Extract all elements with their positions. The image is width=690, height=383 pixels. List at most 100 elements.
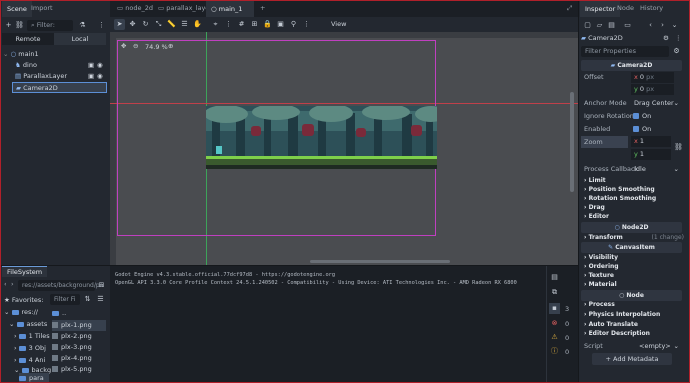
snap-icon[interactable]: ⋮ xyxy=(223,19,234,30)
tab-node-2d[interactable]: ▭ node_2d xyxy=(112,0,158,17)
rotate-tool-icon[interactable]: ↻ xyxy=(140,19,151,30)
sort-icon[interactable]: ⇅ xyxy=(82,294,93,305)
section-physics-interpolation[interactable]: › Physics Interpolation xyxy=(584,310,660,320)
info-filter-icon[interactable]: ⓘ xyxy=(549,346,560,357)
visibility-icon[interactable]: ◉ xyxy=(97,71,103,82)
script-field[interactable]: <empty> ⌄ xyxy=(631,340,681,352)
split-view-icon[interactable]: ⊟ xyxy=(96,280,107,291)
tab-remote[interactable]: Remote xyxy=(2,33,54,45)
tree-tiles[interactable]: › 1 Tiles xyxy=(14,331,50,342)
tree-node-camera2d[interactable]: ▰ Camera2D xyxy=(12,82,107,93)
tree-node-main1[interactable]: ⌄ ○ main1 xyxy=(3,49,39,60)
save-icon[interactable]: ▤ xyxy=(606,20,617,31)
anchor-mode-select[interactable]: Drag Center ⌄ xyxy=(631,97,681,109)
tab-local[interactable]: Local xyxy=(54,33,106,45)
list-view-icon[interactable]: ☰ xyxy=(95,294,106,305)
offset-x-field[interactable]: x 0 px xyxy=(631,72,674,83)
file-plx-1[interactable]: plx-1.png xyxy=(52,320,106,331)
path-field[interactable]: res://assets/background/pa xyxy=(18,280,103,291)
file-plx-5[interactable]: plx-5.png xyxy=(52,364,92,375)
smart-snap-icon[interactable]: # xyxy=(236,19,247,30)
section-editor-description[interactable]: › Editor Description xyxy=(584,329,650,339)
process-callback-select[interactable]: Idle ⌄ xyxy=(631,163,681,175)
viewport[interactable]: ✥ ⊖ 74.9 % ⊕ xyxy=(110,32,578,265)
offset-y-field[interactable]: y 0 px xyxy=(631,84,674,95)
move-tool-icon[interactable]: ✥ xyxy=(127,19,138,30)
forward-icon[interactable]: › xyxy=(11,280,14,288)
file-parent[interactable]: .. xyxy=(52,308,66,319)
file-plx-3[interactable]: plx-3.png xyxy=(52,342,92,353)
new-tab-button[interactable]: + xyxy=(255,0,270,17)
add-node-icon[interactable]: + xyxy=(3,20,14,31)
clear-output-icon[interactable]: ▤ xyxy=(549,272,560,283)
error-filter-icon[interactable]: ⊗ xyxy=(549,318,560,329)
file-plx-2[interactable]: plx-2.png xyxy=(52,331,92,342)
section-editor[interactable]: › Editor xyxy=(584,212,609,222)
tree-obj[interactable]: › 3 Obj xyxy=(14,343,46,354)
tree-res[interactable]: ⌄ res:// xyxy=(4,307,38,318)
docs-icon[interactable]: ▭ xyxy=(622,20,633,31)
filter-options-icon[interactable]: ⚗ xyxy=(77,20,88,31)
menu-icon[interactable]: ⋮ xyxy=(96,20,107,31)
scale-tool-icon[interactable]: ⤡ xyxy=(153,19,164,30)
log-filter-icon[interactable]: ▪ xyxy=(549,303,560,314)
view-menu[interactable]: View xyxy=(331,20,346,28)
horizontal-scrollbar[interactable] xyxy=(310,260,450,263)
add-metadata-button[interactable]: + Add Metadata xyxy=(592,353,672,365)
group-icon[interactable]: ▣ xyxy=(275,19,286,30)
tool-icon[interactable]: ⚙ xyxy=(663,33,669,44)
skeleton-icon[interactable]: ⚲ xyxy=(288,19,299,30)
console-divider xyxy=(546,266,547,383)
history-back-icon[interactable]: ‹ xyxy=(645,20,656,31)
grid-icon[interactable]: ⊞ xyxy=(249,19,260,30)
pan-view-icon[interactable]: ✥ xyxy=(121,42,126,50)
pan-tool-icon[interactable]: ✋ xyxy=(192,19,203,30)
ignore-rotation-checkbox[interactable]: On xyxy=(633,110,651,122)
script-icon[interactable]: ▣ xyxy=(88,60,94,71)
new-resource-icon[interactable]: ▢ xyxy=(582,20,593,31)
more-icon[interactable]: ⋮ xyxy=(301,19,312,30)
visibility-icon[interactable]: ◉ xyxy=(97,60,103,71)
back-icon[interactable]: ‹ xyxy=(4,280,7,288)
zoom-level[interactable]: 74.9 % xyxy=(145,43,168,51)
tree-node-dino[interactable]: ♞ dino ▣ ◉ xyxy=(15,60,107,71)
parallax-icon: ▤ xyxy=(15,72,22,80)
lock-icon[interactable]: 🔒 xyxy=(262,19,273,30)
history-forward-icon[interactable]: › xyxy=(657,20,668,31)
file-filter-input[interactable]: Filter Fi xyxy=(50,294,80,305)
link-icon[interactable]: ⛓ xyxy=(14,20,25,31)
vertical-scrollbar[interactable] xyxy=(570,92,574,192)
section-process[interactable]: › Process xyxy=(584,300,615,310)
file-plx-4[interactable]: plx-4.png xyxy=(52,353,92,364)
select-tool-icon[interactable]: ➤ xyxy=(114,19,125,30)
copy-output-icon[interactable]: ⧉ xyxy=(549,287,560,298)
zoom-x-field[interactable]: x 1 xyxy=(631,136,671,147)
tree-para[interactable]: para xyxy=(19,373,49,383)
more-options-icon[interactable]: ⋮ xyxy=(675,33,682,44)
tab-import[interactable]: Import xyxy=(26,0,58,17)
list-tool-icon[interactable]: ☰ xyxy=(179,19,190,30)
tab-filesystem[interactable]: FileSystem xyxy=(2,266,48,277)
favorites-row[interactable]: ★ Favorites: xyxy=(4,295,43,306)
property-filter-input[interactable]: Filter Properties xyxy=(581,46,669,57)
history-menu-icon[interactable]: ⌄ xyxy=(669,20,680,31)
open-icon[interactable]: ▱ xyxy=(594,20,605,31)
property-options-icon[interactable]: ⚙ xyxy=(671,46,682,57)
scene-filter-input[interactable]: ⌕ Filter: name, t:t xyxy=(27,20,73,40)
link-ratio-icon[interactable]: ⛓ xyxy=(673,142,684,153)
pivot-tool-icon[interactable]: ⌖ xyxy=(210,19,221,30)
zoom-y-field[interactable]: y 1 xyxy=(631,149,671,160)
zoom-out-icon[interactable]: ⊖ xyxy=(133,42,138,50)
tab-main-1[interactable]: ○ main_1 × xyxy=(206,0,254,30)
tree-assets[interactable]: ⌄ assets xyxy=(9,319,47,330)
script-icon[interactable]: ▣ xyxy=(88,71,94,82)
tree-node-parallaxlayer[interactable]: ▤ ParallaxLayer ▣ ◉ xyxy=(15,71,107,82)
object-selector[interactable]: ▰ Camera2D ⚙ ⋮ xyxy=(581,33,682,44)
distraction-free-icon[interactable]: ⤢ xyxy=(562,0,577,17)
tab-history[interactable]: History xyxy=(635,0,668,17)
section-material[interactable]: › Material xyxy=(584,280,617,290)
enabled-checkbox[interactable]: On xyxy=(633,123,651,135)
zoom-in-icon[interactable]: ⊕ xyxy=(168,42,173,50)
warning-filter-icon[interactable]: ⚠ xyxy=(549,332,560,343)
ruler-tool-icon[interactable]: 📏 xyxy=(166,19,177,30)
